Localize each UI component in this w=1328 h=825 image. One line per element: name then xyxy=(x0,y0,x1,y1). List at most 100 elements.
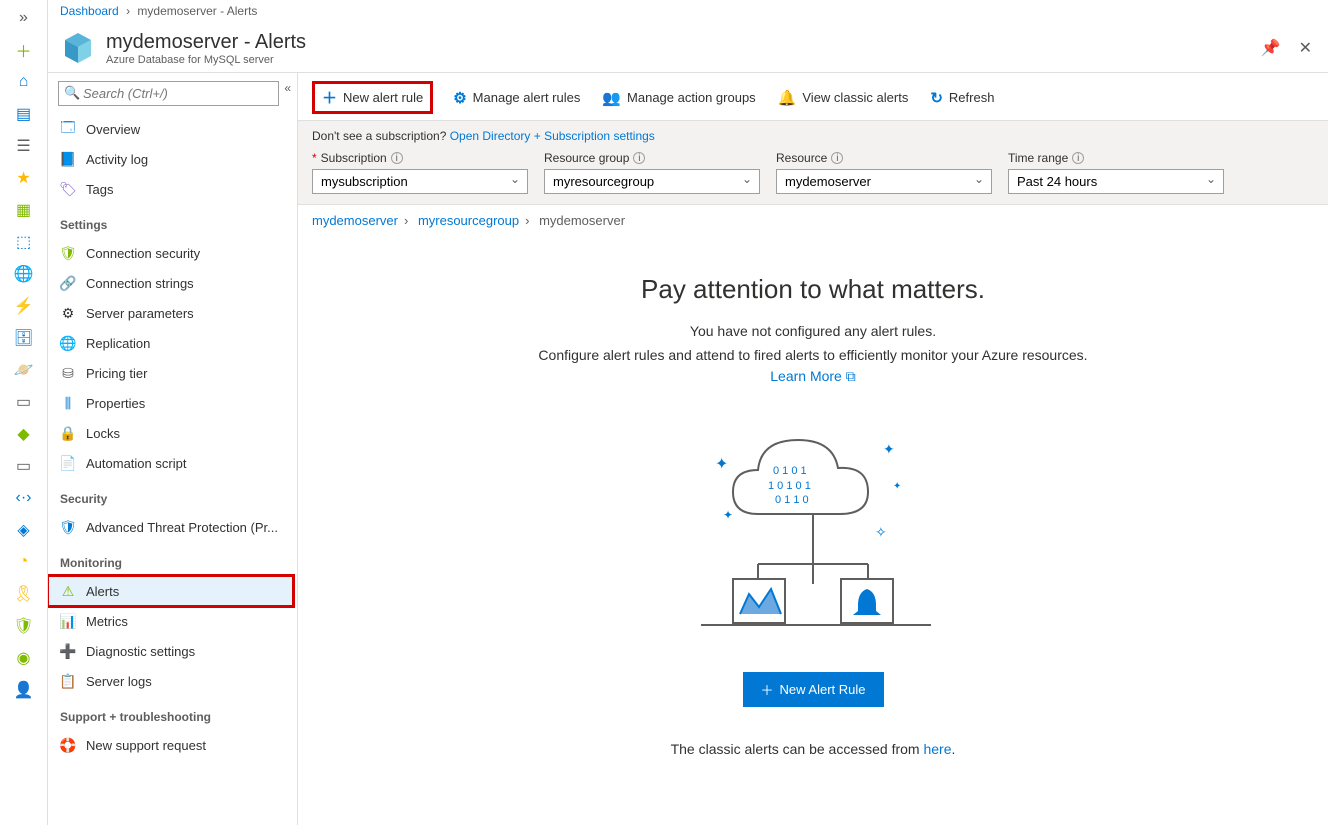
toolbar-label: View classic alerts xyxy=(802,90,908,105)
cost-icon[interactable]: 🎗 xyxy=(14,584,34,604)
sidebar-label: Alerts xyxy=(86,584,119,599)
empty-line1: You have not configured any alert rules. xyxy=(690,323,936,339)
toolbar-label: New alert rule xyxy=(343,90,423,105)
sidebar-item-activity-log[interactable]: 📘Activity log xyxy=(48,144,293,174)
sidebar-item-alerts[interactable]: ⚠ Alerts xyxy=(48,576,293,606)
scope-resource: mydemoserver xyxy=(539,213,625,228)
sidebar-item-tags[interactable]: 🏷 Tags xyxy=(48,174,293,204)
sidebar-label: Connection strings xyxy=(86,276,194,291)
sidebar-label: Metrics xyxy=(86,614,128,629)
gear-icon: ⚙ xyxy=(453,89,466,107)
grid-icon[interactable]: ▦ xyxy=(14,200,34,220)
favorites-star-icon[interactable]: ★ xyxy=(14,168,34,188)
new-alert-rule-button[interactable]: ＋New alert rule xyxy=(314,83,431,112)
all-services-icon[interactable]: ☰ xyxy=(14,136,34,156)
cosmos-icon[interactable]: 🪐 xyxy=(14,360,34,380)
metrics-icon: 📊 xyxy=(60,613,76,629)
sql-icon[interactable]: 🗄 xyxy=(14,328,34,348)
storage-icon[interactable]: ▭ xyxy=(14,456,34,476)
view-classic-alerts-button[interactable]: 🔔View classic alerts xyxy=(778,89,909,107)
sidebar-label: Locks xyxy=(86,426,120,441)
sidebar-item-connection-security[interactable]: 🛡Connection security xyxy=(48,238,293,268)
advisor-icon[interactable]: ◔ xyxy=(14,552,34,572)
learn-more-link[interactable]: Learn More ⧉ xyxy=(770,368,855,384)
toolbar-label: Refresh xyxy=(949,90,995,105)
sidebar-label: Replication xyxy=(86,336,150,351)
create-resource-icon[interactable]: ＋ xyxy=(14,40,34,60)
menu-search-input[interactable] xyxy=(58,81,279,106)
scope-rg-link[interactable]: myresourcegroup xyxy=(418,213,519,228)
sidebar-item-properties[interactable]: ⫼Properties xyxy=(48,388,293,418)
svg-text:✦: ✦ xyxy=(883,441,895,457)
cdn-icon[interactable]: ◈ xyxy=(14,520,34,540)
sidebar-item-replication[interactable]: 🌐Replication xyxy=(48,328,293,358)
svg-text:1 0 1 0 1: 1 0 1 0 1 xyxy=(768,480,811,492)
resource-group-select[interactable]: myresourcegroup xyxy=(544,169,760,194)
sidebar-item-overview[interactable]: 🗔Overview xyxy=(48,114,293,144)
directory-settings-link[interactable]: Open Directory + Subscription settings xyxy=(450,129,655,143)
breadcrumb-root[interactable]: Dashboard xyxy=(60,4,119,18)
sidebar-item-connection-strings[interactable]: 🔗 Connection strings xyxy=(48,268,293,298)
pin-icon[interactable]: 📌 xyxy=(1261,38,1281,58)
breadcrumb-current: mydemoserver - Alerts xyxy=(137,4,257,18)
filter-bar: Don't see a subscription? Open Directory… xyxy=(298,121,1328,205)
globe-icon[interactable]: 🌐 xyxy=(14,264,34,284)
script-icon: 📄 xyxy=(60,455,76,471)
sidebar-item-locks[interactable]: 🔒Locks xyxy=(48,418,293,448)
sidebar-label: Server logs xyxy=(86,674,152,689)
home-icon[interactable]: ⌂ xyxy=(14,72,34,92)
time-range-label: Time rangei xyxy=(1008,151,1224,165)
overview-icon: 🗔 xyxy=(60,121,76,137)
security-center-icon[interactable]: 🛡 xyxy=(14,616,34,636)
cube-icon[interactable]: ⬚ xyxy=(14,232,34,252)
svg-text:✦: ✦ xyxy=(723,508,733,522)
close-icon[interactable]: ✕ xyxy=(1299,38,1312,58)
sidebar-item-atp[interactable]: 🛡Advanced Threat Protection (Pr... xyxy=(48,512,293,542)
sidebar-label: Tags xyxy=(86,182,113,197)
sidebar-label: Server parameters xyxy=(86,306,194,321)
time-range-select[interactable]: Past 24 hours xyxy=(1008,169,1224,194)
dashboard-icon[interactable]: ▤ xyxy=(14,104,34,124)
breadcrumb-sep: › xyxy=(126,4,130,18)
page-header: mydemoserver - Alerts Azure Database for… xyxy=(48,24,1328,72)
sidebar-item-metrics[interactable]: 📊 Metrics xyxy=(48,606,293,636)
sidebar-item-pricing-tier[interactable]: ⛁Pricing tier xyxy=(48,358,293,388)
new-alert-rule-primary-button[interactable]: ＋New Alert Rule xyxy=(743,672,884,707)
info-icon[interactable]: i xyxy=(633,152,645,164)
subscription-select[interactable]: mysubscription xyxy=(312,169,528,194)
sidebar-item-server-parameters[interactable]: ⚙Server parameters xyxy=(48,298,293,328)
svg-text:✦: ✦ xyxy=(715,456,728,473)
manage-alert-rules-button[interactable]: ⚙Manage alert rules xyxy=(453,89,580,107)
serverlogs-icon: 📋 xyxy=(60,673,76,689)
sidebar-item-diagnostic[interactable]: ➕Diagnostic settings xyxy=(48,636,293,666)
manage-action-groups-button[interactable]: 👥Manage action groups xyxy=(602,89,755,107)
info-icon[interactable]: i xyxy=(831,152,843,164)
help-icon[interactable]: 👤 xyxy=(14,680,34,700)
resource-group-label: Resource groupi xyxy=(544,151,760,165)
function-icon[interactable]: ⚡ xyxy=(14,296,34,316)
tags-icon: 🏷 xyxy=(60,181,76,197)
sidebar-item-new-support[interactable]: 🛟New support request xyxy=(48,730,293,760)
network-icon[interactable]: ‹·› xyxy=(14,488,34,508)
refresh-button[interactable]: ↻Refresh xyxy=(930,89,994,107)
link-icon: 🔗 xyxy=(60,275,76,291)
vm-icon[interactable]: ▭ xyxy=(14,392,34,412)
monitor-icon[interactable]: ◉ xyxy=(14,648,34,668)
scope-sub-link[interactable]: mydemoserver xyxy=(312,213,398,228)
classic-alerts-link[interactable]: here xyxy=(923,741,951,757)
svg-text:✧: ✧ xyxy=(875,524,887,540)
sidebar-label: Activity log xyxy=(86,152,148,167)
resource-select[interactable]: mydemoserver xyxy=(776,169,992,194)
sidebar-item-automation-script[interactable]: 📄 Automation script xyxy=(48,448,293,478)
load-balancer-icon[interactable]: ◆ xyxy=(14,424,34,444)
sidebar-label: Automation script xyxy=(86,456,186,471)
alerts-icon: ⚠ xyxy=(60,583,76,599)
expand-rail-icon[interactable]: » xyxy=(14,8,34,28)
info-icon[interactable]: i xyxy=(1072,152,1084,164)
search-icon: 🔍 xyxy=(64,85,80,101)
diagnostic-icon: ➕ xyxy=(60,643,76,659)
sidebar-item-server-logs[interactable]: 📋 Server logs xyxy=(48,666,293,696)
resource-menu: « 🔍 🗔Overview 📘Activity log 🏷Tags Settin… xyxy=(48,73,298,825)
info-icon[interactable]: i xyxy=(391,152,403,164)
people-icon: 👥 xyxy=(602,89,621,107)
